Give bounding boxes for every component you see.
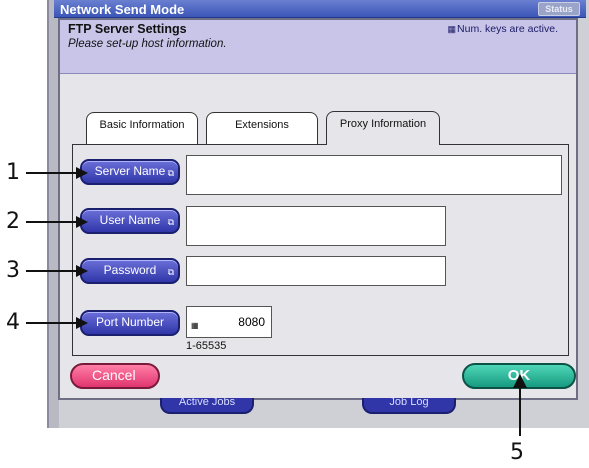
popup-icon: ⧉ (167, 267, 174, 277)
tab-label: Extensions (235, 119, 289, 131)
callout-number: 2 (6, 209, 20, 234)
user-name-button[interactable]: User Name ⧉ (80, 208, 180, 234)
dialog-header: FTP Server Settings Please set-up host i… (60, 20, 576, 74)
active-jobs-label: Active Jobs (178, 398, 236, 408)
port-number-field[interactable]: ▦ 8080 (186, 306, 272, 338)
callout-arrow (513, 374, 527, 436)
password-button[interactable]: Password ⧉ (80, 258, 180, 284)
port-range-hint: 1-65535 (186, 340, 227, 352)
callout-number: 3 (6, 258, 20, 283)
server-name-label: Server Name (94, 164, 166, 178)
tab-extensions[interactable]: Extensions (206, 112, 318, 144)
callout-arrow (26, 167, 88, 179)
popup-icon: ⧉ (167, 217, 174, 227)
cancel-button[interactable]: Cancel (70, 363, 160, 389)
server-name-button[interactable]: Server Name ⧉ (80, 159, 180, 185)
callout-number: 4 (6, 310, 20, 335)
screenshot-stage: Network Send Mode Status FTP Server Sett… (0, 0, 589, 468)
password-label: Password (103, 263, 157, 277)
port-number-label: Port Number (95, 315, 165, 329)
server-name-field[interactable] (186, 155, 562, 195)
dialog-subtitle: Please set-up host information. (68, 38, 227, 50)
callout-arrow (26, 317, 88, 329)
job-log-label: Job Log (389, 398, 429, 408)
callout-arrow (26, 265, 88, 277)
window-title: Network Send Mode (60, 2, 185, 17)
callout-arrow (26, 216, 88, 228)
user-name-field[interactable] (186, 206, 446, 246)
popup-icon: ⧉ (167, 168, 174, 178)
tab-label: Basic Information (99, 119, 185, 131)
user-name-label: User Name (99, 213, 161, 227)
active-jobs-tab[interactable]: Active Jobs (160, 398, 254, 414)
status-button[interactable]: Status (538, 2, 580, 16)
window-titlebar: Network Send Mode Status (54, 0, 586, 18)
callout-number: 5 (510, 440, 524, 465)
num-keys-notice: ▦ Num. keys are active. (448, 23, 558, 35)
job-log-tab[interactable]: Job Log (362, 398, 456, 414)
dialog-title: FTP Server Settings (68, 22, 187, 36)
callout-number: 1 (6, 160, 20, 185)
tab-basic-information[interactable]: Basic Information (86, 112, 198, 144)
tab-proxy-information[interactable]: Proxy Information (326, 111, 440, 145)
keypad-icon: ▦ (447, 24, 456, 34)
port-number-button[interactable]: Port Number (80, 310, 180, 336)
num-keys-text: Num. keys are active. (457, 23, 558, 35)
password-field[interactable] (186, 256, 446, 286)
tab-label: Proxy Information (339, 118, 427, 130)
port-number-value: 8080 (238, 315, 265, 329)
keypad-icon: ▦ (191, 321, 199, 330)
